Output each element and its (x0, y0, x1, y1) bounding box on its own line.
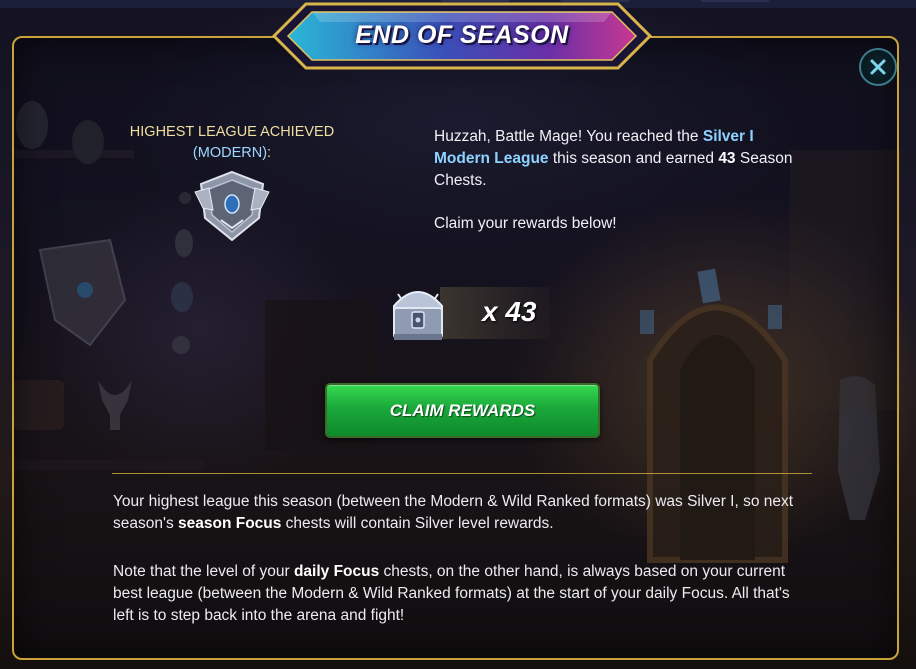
league-heading: HIGHEST LEAGUE ACHIEVED (MODERN): (112, 122, 352, 164)
league-format: (MODERN) (192, 145, 268, 161)
season-chest-icon (393, 291, 443, 340)
close-button[interactable] (859, 48, 897, 86)
league-heading-label: HIGHEST LEAGUE ACHIEVED (129, 124, 335, 140)
claim-rewards-button[interactable]: CLAIM REWARDS (325, 383, 600, 438)
info-p1-bold: season Focus (178, 515, 282, 532)
info-p2-bold: daily Focus (293, 563, 380, 580)
info-p1-b: chests will contain Silver level rewards… (281, 515, 554, 532)
season-focus-info: Your highest league this season (between… (113, 491, 813, 535)
title-banner: END OF SEASON (272, 0, 652, 72)
section-divider (112, 473, 812, 474)
modal-title: END OF SEASON (355, 21, 569, 49)
close-icon (870, 59, 886, 75)
silver-league-emblem-icon (194, 170, 270, 242)
league-format-suffix: : (267, 145, 272, 161)
greeting-text: Huzzah, Battle Mage! You reached the (434, 128, 703, 145)
reward-count: x 43 (482, 296, 537, 327)
chest-count: 43 (718, 150, 736, 167)
daily-focus-info: Note that the level of your daily Focus … (113, 561, 813, 627)
message-middle: this season and earned (548, 150, 719, 167)
claim-prompt: Claim your rewards below! (434, 215, 617, 232)
info-p2-a: Note that the level of your (113, 563, 294, 580)
season-summary-message: Huzzah, Battle Mage! You reached the Sil… (434, 126, 794, 192)
